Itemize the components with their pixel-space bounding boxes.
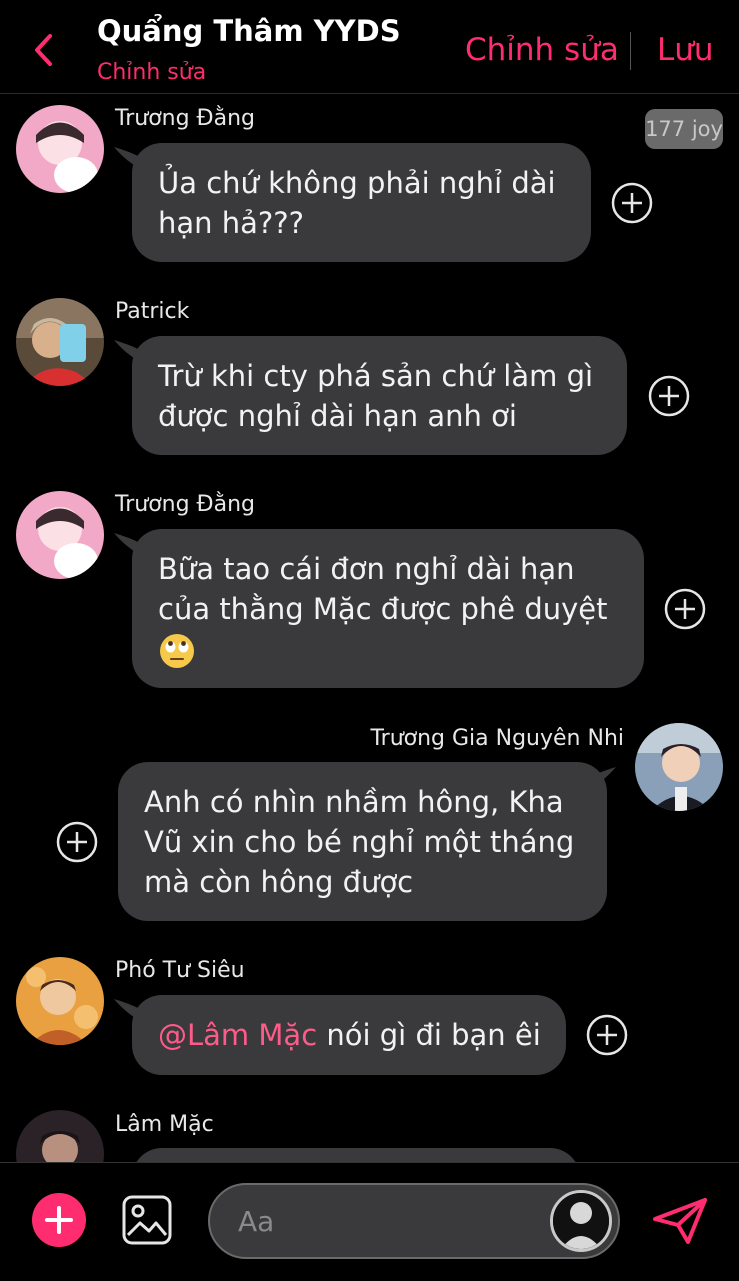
avatar[interactable]	[16, 957, 104, 1045]
sender-name: Trương Đằng	[115, 492, 255, 517]
avatar[interactable]	[16, 298, 104, 386]
back-chevron-icon[interactable]	[30, 30, 58, 70]
reaction-badge[interactable]: 177 joy	[645, 109, 723, 149]
sender-name: Lâm Mặc	[115, 1112, 214, 1137]
sender-name: Trương Gia Nguyên Nhi	[370, 726, 624, 751]
chat-subtitle[interactable]: Chỉnh sửa	[97, 60, 206, 85]
plus-circle-icon[interactable]	[664, 588, 706, 630]
message-text: hạn hả???	[158, 206, 305, 240]
message-bubble[interactable]: Bữa tao cái đơn nghỉ dài hạn của thằng M…	[132, 529, 644, 688]
message-bubble[interactable]: @Lâm Mặc nói gì đi bạn êi	[132, 995, 566, 1075]
save-button[interactable]: Lưu	[657, 32, 714, 68]
edit-button[interactable]: Chỉnh sửa	[465, 32, 619, 68]
chat-header: Quẩng Thâm YYDS Chỉnh sửa Chỉnh sửa Lưu	[0, 0, 739, 94]
message-text: Anh có nhìn nhầm hông, Kha	[144, 785, 564, 819]
header-divider	[630, 32, 631, 70]
emoji-line	[158, 629, 618, 670]
mention-link[interactable]: @Lâm Mặc	[158, 1018, 317, 1052]
message-text: Ủa chứ không phải nghỉ dài	[158, 166, 556, 200]
message-text: @Lâm Mặc nói gì đi bạn êi	[158, 1015, 541, 1055]
message-text-rest: nói gì đi bạn êi	[317, 1018, 541, 1052]
message-text: của thằng Mặc được phê duyệt	[158, 592, 608, 626]
message-text: Vũ xin cho bé nghỉ một tháng	[144, 825, 575, 859]
message-text: mà còn hông được	[144, 865, 414, 899]
avatar[interactable]	[16, 105, 104, 193]
message-bubble[interactable]: Anh có nhìn nhầm hông, Kha Vũ xin cho bé…	[118, 762, 607, 921]
add-button[interactable]	[32, 1193, 86, 1247]
avatar[interactable]	[635, 723, 723, 811]
sender-name: Phó Tư Siêu	[115, 958, 245, 983]
face-with-rolling-eyes-icon	[160, 634, 194, 668]
message-input[interactable]: Aa	[208, 1183, 620, 1259]
send-icon[interactable]	[652, 1197, 708, 1245]
message-input-placeholder: Aa	[238, 1205, 275, 1238]
message-text: Trừ khi cty phá sản chứ làm gì	[158, 359, 594, 393]
message-bubble[interactable]: Ủa chứ không phải nghỉ dài hạn hả???	[132, 143, 591, 262]
message-text: Bữa tao cái đơn nghỉ dài hạn	[158, 552, 575, 586]
message-bubble[interactable]: Trừ khi cty phá sản chứ làm gì được nghỉ…	[132, 336, 627, 455]
message-text: được nghỉ dài hạn anh ơi	[158, 399, 517, 433]
message-composer: Aa	[0, 1162, 739, 1281]
plus-circle-icon[interactable]	[648, 375, 690, 417]
sender-name: Trương Đằng	[115, 106, 255, 131]
sender-name: Patrick	[115, 299, 190, 324]
profile-icon[interactable]	[550, 1190, 612, 1252]
plus-circle-icon[interactable]	[611, 182, 653, 224]
chat-title: Quẩng Thâm YYDS	[97, 14, 401, 48]
plus-circle-icon[interactable]	[56, 821, 98, 863]
image-icon[interactable]	[122, 1195, 172, 1245]
avatar[interactable]	[16, 491, 104, 579]
plus-icon	[45, 1206, 73, 1234]
plus-circle-icon[interactable]	[586, 1014, 628, 1056]
